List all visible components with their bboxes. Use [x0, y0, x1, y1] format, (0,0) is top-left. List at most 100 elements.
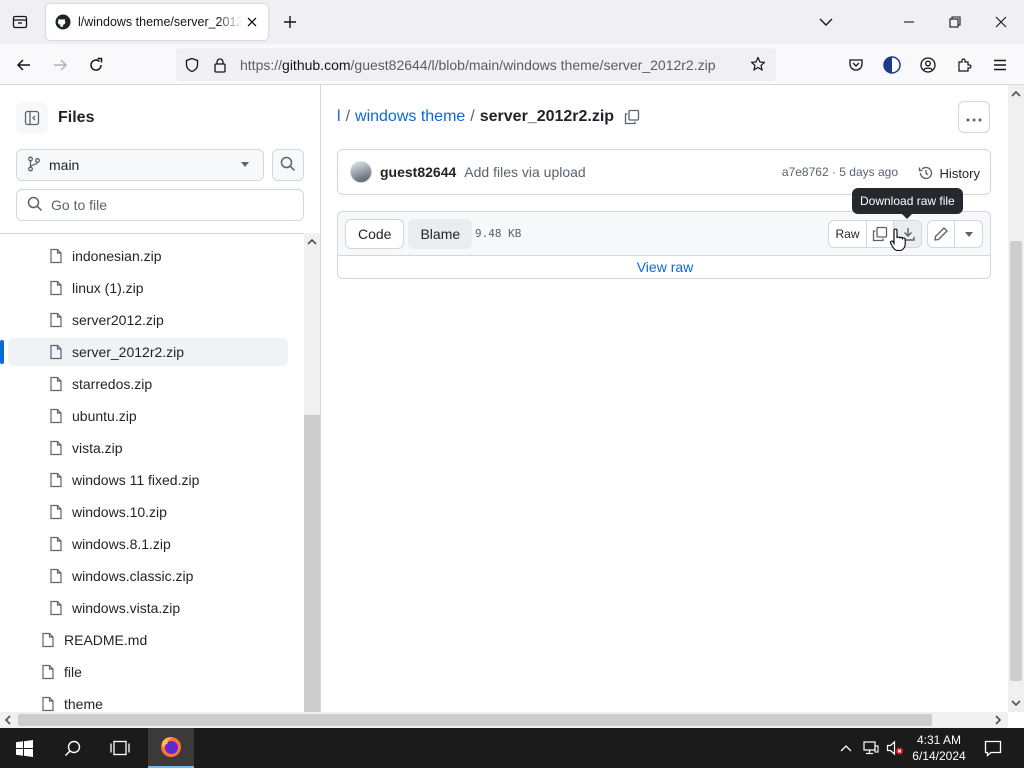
file-tree-item[interactable]: windows.classic.zip [8, 562, 288, 590]
sidebar-header: Files [16, 101, 94, 135]
file-tree-item-label: server2012.zip [72, 312, 164, 328]
file-tree-item[interactable]: ubuntu.zip [8, 402, 288, 430]
file-icon [48, 408, 64, 424]
scrollbar-thumb[interactable] [18, 714, 932, 726]
pencil-icon[interactable] [928, 221, 955, 247]
back-arrow-icon[interactable] [8, 49, 40, 81]
window-restore-icon[interactable] [936, 6, 974, 38]
search-icon[interactable] [48, 728, 96, 768]
pocket-icon[interactable] [840, 49, 872, 81]
file-tree-item-label: server_2012r2.zip [72, 344, 185, 360]
close-tab-icon[interactable] [242, 12, 262, 32]
file-icon [48, 440, 64, 456]
sidebar-divider [0, 233, 320, 234]
file-tree-item[interactable]: windows 11 fixed.zip [8, 466, 288, 494]
search-files-button[interactable] [272, 149, 304, 181]
browser-tab[interactable]: l/windows theme/server_2012r2.zip [46, 4, 268, 40]
file-tree-item[interactable]: README.md [8, 626, 288, 654]
history-label: History [939, 165, 980, 181]
file-tree-item-label: linux (1).zip [72, 280, 144, 296]
copy-path-icon[interactable] [622, 107, 642, 127]
breadcrumb-folder-link[interactable]: windows theme [355, 108, 465, 126]
file-icon [48, 280, 64, 296]
url-text: https://github.com/guest82644/l/blob/mai… [240, 56, 716, 73]
reload-icon[interactable] [80, 49, 112, 81]
more-options-button[interactable] [958, 101, 990, 133]
file-tree-item[interactable]: file [8, 658, 288, 686]
scroll-down-arrow-icon[interactable] [1011, 698, 1021, 708]
forward-arrow-icon[interactable] [44, 49, 76, 81]
scroll-right-arrow-icon[interactable] [993, 715, 1003, 725]
commit-author-link[interactable]: guest82644 [380, 164, 456, 180]
extensions-puzzle-icon[interactable] [948, 49, 980, 81]
tray-chevron-up-icon[interactable] [836, 728, 856, 768]
scroll-up-arrow-icon[interactable] [307, 237, 317, 247]
page-vertical-scrollbar[interactable] [1008, 85, 1024, 712]
go-to-file-field[interactable] [16, 189, 304, 221]
file-tree-item[interactable]: indonesian.zip [8, 242, 288, 270]
file-tree-item[interactable]: server2012.zip [8, 306, 288, 334]
lock-icon[interactable] [206, 51, 234, 79]
scrollbar-thumb[interactable] [1010, 241, 1022, 681]
window-close-icon[interactable] [982, 6, 1020, 38]
branch-selector[interactable]: main [16, 149, 264, 181]
window-minimize-icon[interactable] [890, 6, 928, 38]
file-tree-item-label: starredos.zip [72, 376, 153, 392]
account-icon[interactable] [912, 49, 944, 81]
raw-button[interactable]: Raw [829, 221, 867, 247]
file-tree-item-label: theme [64, 696, 103, 712]
file-tree: indonesian.zip linux (1).zip server2012.zi… [0, 241, 304, 712]
windows-start-icon[interactable] [0, 728, 48, 768]
caret-down-icon[interactable] [955, 221, 982, 247]
collapse-sidebar-icon[interactable] [16, 102, 48, 134]
bookmark-star-icon[interactable] [744, 50, 772, 78]
breadcrumb-repo-link[interactable]: l [337, 108, 341, 126]
file-tree-item[interactable]: windows.vista.zip [8, 594, 288, 622]
file-tree-item[interactable]: theme [8, 690, 288, 712]
address-bar[interactable]: https://github.com/guest82644/l/blob/mai… [176, 48, 776, 81]
sidebar-scrollbar[interactable] [304, 233, 320, 712]
tracking-shield-icon[interactable] [178, 51, 206, 79]
file-icon [48, 536, 64, 552]
commit-message-link[interactable]: Add files via upload [464, 164, 585, 180]
firefox-view-icon[interactable] [4, 6, 36, 38]
go-to-file-input[interactable] [51, 197, 291, 213]
file-tree-item[interactable]: linux (1).zip [8, 274, 288, 302]
file-icon [48, 248, 64, 264]
file-icon [48, 472, 64, 488]
new-tab-icon[interactable] [276, 8, 304, 36]
hamburger-menu-icon[interactable] [984, 49, 1016, 81]
network-icon[interactable] [860, 728, 882, 768]
file-tree-item-label: vista.zip [72, 440, 123, 456]
file-icon [40, 696, 56, 712]
blame-tab[interactable]: Blame [408, 219, 473, 249]
view-raw-link[interactable]: View raw [338, 259, 992, 275]
search-icon [280, 156, 296, 175]
branch-name: main [49, 157, 80, 173]
page-horizontal-scrollbar[interactable] [0, 712, 1008, 728]
scroll-up-arrow-icon[interactable] [1011, 89, 1021, 99]
system-clock[interactable]: 4:31 AM 6/14/2024 [906, 728, 972, 768]
task-view-icon[interactable] [96, 728, 144, 768]
code-tab[interactable]: Code [345, 219, 405, 249]
file-tree-item-label: windows.10.zip [72, 504, 167, 520]
chevron-down-icon[interactable] [812, 8, 840, 36]
file-tree-item[interactable]: starredos.zip [8, 370, 288, 398]
history-button[interactable]: History [918, 159, 980, 187]
file-tree-item[interactable]: vista.zip [8, 434, 288, 462]
file-tree-item[interactable]: server_2012r2.zip [8, 338, 288, 366]
avatar[interactable] [350, 161, 372, 183]
scrollbar-thumb[interactable] [304, 415, 320, 712]
notification-center-icon[interactable] [976, 728, 1010, 768]
firefox-taskbar-icon[interactable] [148, 728, 194, 768]
privacy-extension-icon[interactable] [876, 49, 908, 81]
scroll-left-arrow-icon[interactable] [3, 715, 13, 725]
file-tree-item-label: windows.vista.zip [72, 600, 181, 616]
volume-muted-icon[interactable] [884, 728, 906, 768]
file-tree-item[interactable]: windows.8.1.zip [8, 530, 288, 558]
file-icon [48, 376, 64, 392]
file-tree-item[interactable]: windows.10.zip [8, 498, 288, 526]
commit-sha-and-time[interactable]: a7e8762 · 5 days ago [782, 165, 898, 179]
file-icon [40, 632, 56, 648]
caret-down-icon [241, 162, 249, 167]
